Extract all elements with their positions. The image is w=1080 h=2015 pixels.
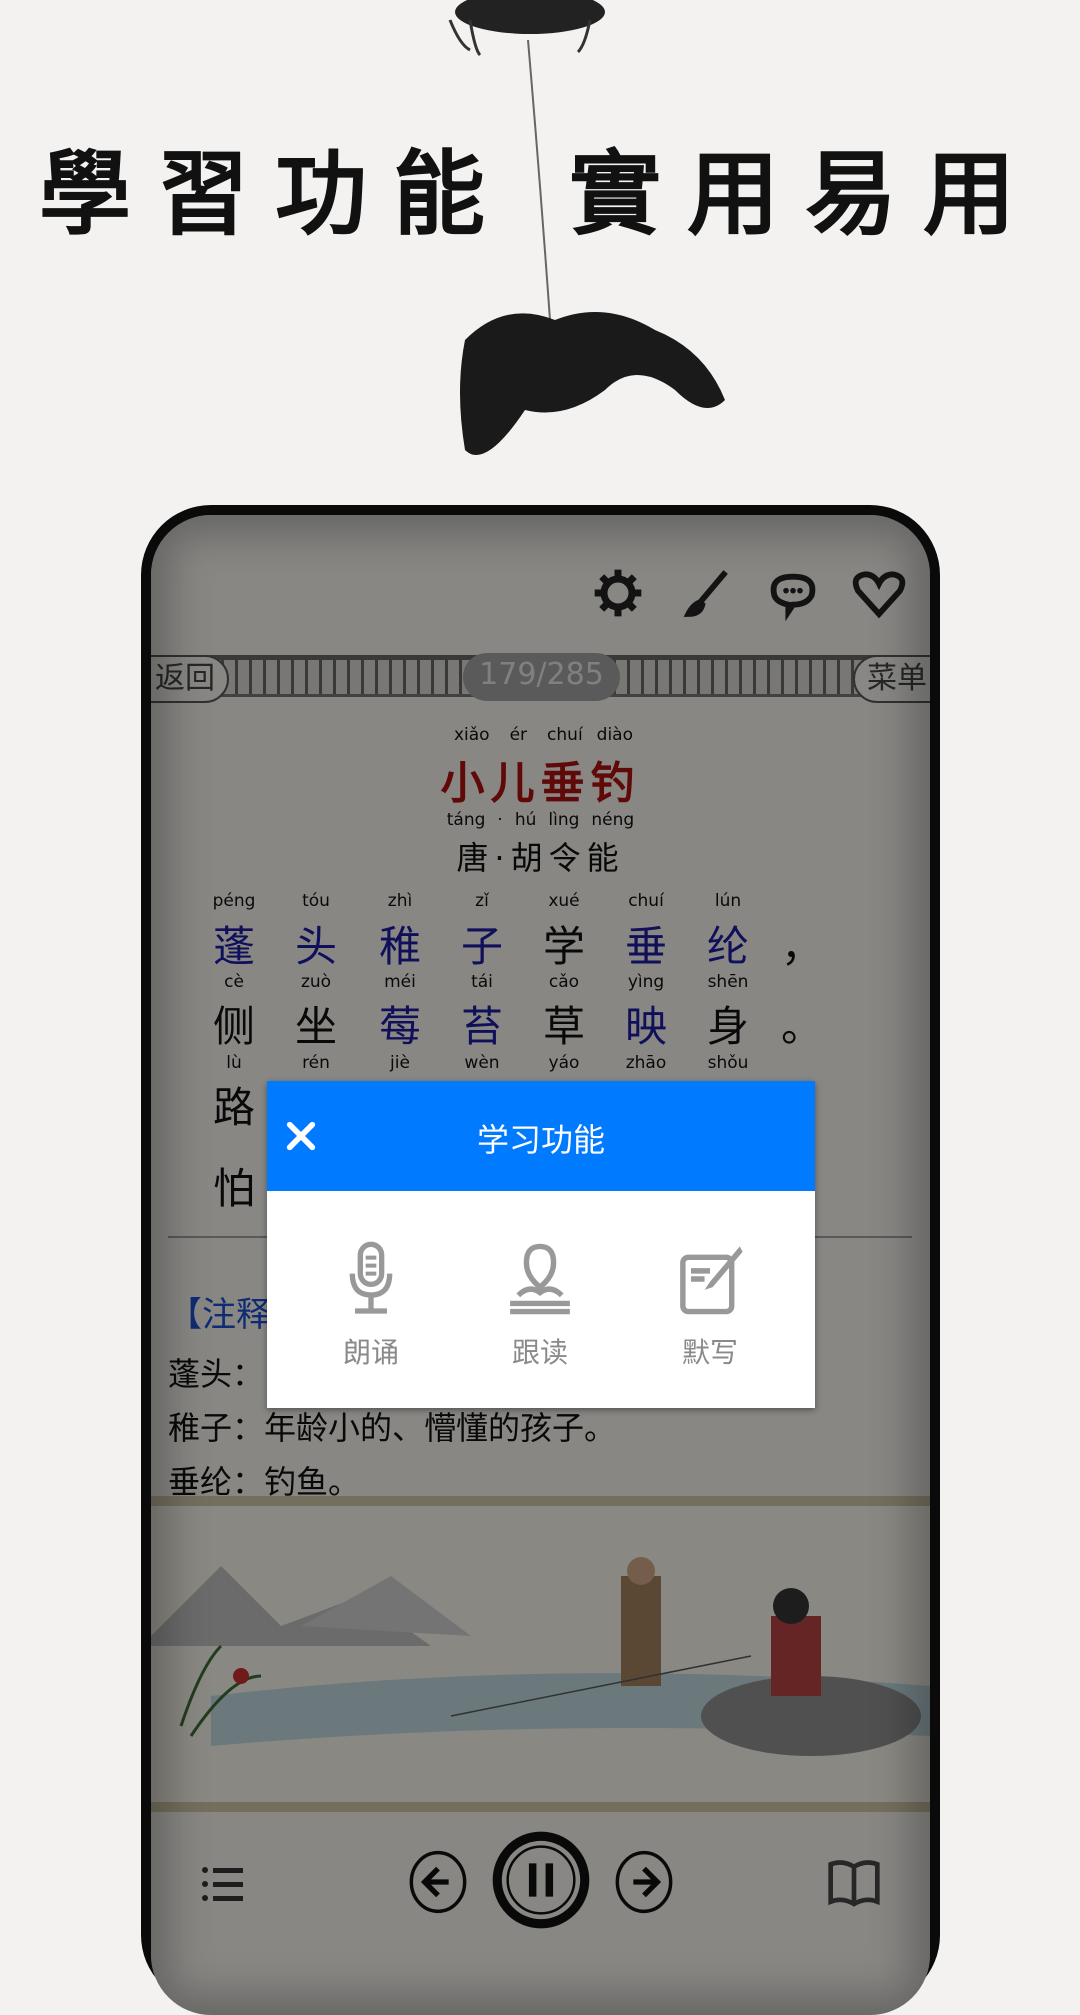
dictation-label: 默写 [681,1336,738,1369]
poem-character[interactable]: 苔 [442,993,522,1054]
pinyin: zhì [387,891,413,911]
poem-character[interactable]: 子 [442,913,522,974]
pinyin: cè [224,972,244,992]
pinyin: zuò [300,972,332,992]
reader-icon [510,1243,570,1315]
comment-icon[interactable] [765,565,821,621]
title-pinyin: xiǎo ér chuí diào [453,725,634,745]
pinyin: péng [212,891,256,911]
poem-character: 草 [542,1002,585,1051]
dialog-header: 学习功能 [267,1081,815,1191]
note-item: 蓬头： [168,1355,265,1393]
brush-icon[interactable] [679,565,735,621]
poem-character: 侧 [212,1002,255,1051]
poem-character: 坐 [294,1002,337,1051]
back-button[interactable]: 返回 [151,655,229,703]
pinyin: shēn [707,972,749,992]
poem-character: 身 [706,1002,749,1051]
study-features-dialog: 学习功能 朗诵 跟读 默写 [267,1081,815,1408]
poem-character: 怕 [212,1164,255,1213]
poem-character[interactable]: 头 [276,913,356,974]
microphone-icon [349,1241,393,1314]
recite-label: 朗诵 [342,1336,399,1369]
pinyin: yìng [627,972,665,992]
pinyin: zhāo [625,1053,667,1073]
pinyin: méi [384,972,416,992]
poem-character[interactable]: 纶 [688,913,768,974]
poem-character: 路 [212,1083,255,1132]
pause-icon[interactable] [491,1830,591,1930]
pinyin: rén [302,1053,330,1073]
pinyin: cǎo [548,972,580,992]
poem-character[interactable]: 垂 [606,913,686,974]
note-item: 稚子：年龄小的、懵懂的孩子。 [168,1409,617,1447]
poem-character[interactable]: 稚 [360,913,440,974]
pinyin: zǐ [475,891,489,911]
gear-icon[interactable] [590,565,646,621]
poem-character[interactable]: 蓬 [194,913,274,974]
author-pinyin: táng · hú lìng néng [446,810,635,830]
poem-character: 学 [542,922,585,971]
dialog-title: 学习功能 [476,1121,605,1159]
pinyin: yáo [548,1053,580,1073]
poem-title: 小儿垂钓 [440,758,641,809]
heart-icon[interactable] [851,565,907,621]
previous-icon[interactable] [406,1850,470,1914]
pinyin: tóu [302,891,330,911]
headline: 學習功能 實用易用 [38,140,1042,248]
follow-read-label: 跟读 [511,1336,568,1369]
pinyin: xué [548,891,580,911]
book-icon[interactable] [824,1855,884,1911]
poem-character[interactable]: 莓 [360,993,440,1054]
next-icon[interactable] [612,1850,676,1914]
pinyin: chuí [628,891,664,911]
dictation-button[interactable]: 默写 [640,1241,780,1371]
pinyin: lù [226,1053,242,1073]
pinyin: lún [714,891,742,911]
poem-author: 唐·胡令能 [456,839,625,877]
recite-button[interactable]: 朗诵 [301,1241,441,1371]
menu-button[interactable]: 菜单 [853,655,930,703]
page-counter: 179/285 [463,653,620,701]
pinyin: shǒu [707,1053,749,1073]
pinyin: tái [471,972,493,992]
pinyin: wèn [464,1053,500,1073]
pinyin: jiè [390,1053,410,1073]
poem-character[interactable]: 映 [606,993,686,1054]
follow-read-button[interactable]: 跟读 [470,1241,610,1371]
landscape-illustration [151,1496,930,1812]
punctuation: 。 [781,1002,824,1051]
list-icon[interactable] [199,1860,247,1908]
edit-note-icon [680,1246,743,1315]
punctuation: ， [781,922,824,971]
